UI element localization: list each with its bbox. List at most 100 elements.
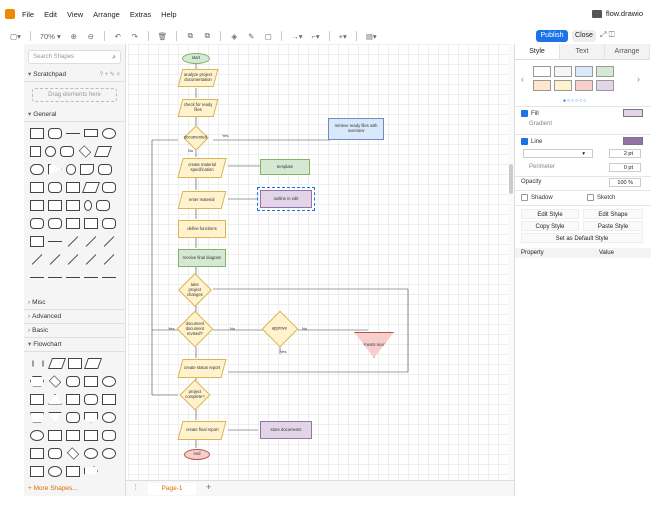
connector-flow-shape[interactable] [102, 411, 116, 423]
actor-shape[interactable] [84, 199, 92, 211]
sketch-checkbox[interactable] [587, 194, 594, 201]
connection-icon[interactable]: →▾ [291, 32, 302, 41]
connector-shape[interactable] [31, 253, 43, 265]
hexagon-shape[interactable] [30, 163, 44, 175]
swatch[interactable] [596, 66, 614, 77]
redo-icon[interactable]: ↷ [131, 32, 139, 41]
section-general[interactable]: ▾ General [24, 108, 125, 122]
loop-limit-shape[interactable] [30, 465, 44, 477]
note-shape[interactable] [80, 163, 94, 175]
triangle-shape[interactable] [48, 163, 62, 175]
chevron-left-icon[interactable]: ‹ [521, 74, 524, 84]
shadow-icon[interactable]: ▢ [264, 32, 272, 41]
fill-row[interactable]: Fill [521, 110, 539, 117]
delete-icon[interactable]: 🗑 [158, 32, 168, 41]
shadow-checkbox[interactable] [521, 194, 528, 201]
ellipse-shape[interactable] [102, 127, 116, 139]
set-default-style-button[interactable]: Set as Default Style [521, 233, 643, 243]
multi-document-shape[interactable] [66, 429, 80, 441]
connector-5-shape[interactable] [103, 253, 115, 265]
to-front-icon[interactable]: ⧉ [186, 31, 194, 41]
edge-4-shape[interactable] [84, 276, 98, 278]
scratchpad-tools[interactable]: ? + ✎ × [100, 68, 120, 82]
process-shape[interactable] [60, 145, 74, 157]
shadow-row[interactable]: Shadow [521, 194, 553, 201]
sort-shape[interactable] [66, 446, 80, 460]
swatch[interactable] [575, 66, 593, 77]
node-check[interactable]: check for ready files [177, 99, 219, 117]
bracket-shape[interactable] [32, 360, 34, 366]
card-shape[interactable] [98, 163, 112, 175]
internal-storage-flow-shape[interactable] [48, 429, 62, 441]
section-misc[interactable]: › Misc [24, 296, 125, 310]
view-menu-icon[interactable]: ▢▾ [10, 32, 21, 41]
square-shape[interactable] [30, 145, 41, 157]
curly-bracket-shape[interactable] [48, 217, 62, 229]
gradient-row[interactable]: Gradient [529, 121, 552, 127]
display-shape[interactable] [66, 375, 80, 387]
to-back-icon[interactable]: ⧉ [203, 31, 211, 41]
preparation-shape[interactable] [30, 375, 44, 387]
annotation-shape[interactable] [30, 447, 44, 459]
rectangle-shape[interactable] [30, 127, 44, 139]
internal-storage-shape[interactable] [30, 181, 44, 193]
arrow-shape[interactable] [85, 235, 97, 247]
swatch[interactable] [554, 66, 572, 77]
node-enter[interactable]: enter material [177, 191, 227, 209]
process-2-shape[interactable] [66, 217, 80, 229]
publish-button[interactable]: Publish [536, 30, 568, 42]
node-status[interactable]: create status report [177, 359, 227, 378]
node-end[interactable]: end [184, 449, 210, 460]
section-scratchpad[interactable]: ▾ Scratchpad ? + ✎ × [24, 68, 125, 82]
menu-help[interactable]: Help [161, 10, 176, 19]
database-shape[interactable] [66, 465, 80, 477]
search-icon[interactable]: ⌕ [112, 52, 116, 64]
terminator-shape[interactable] [102, 375, 116, 387]
data-storage-shape[interactable] [30, 217, 44, 229]
curve-shape[interactable] [67, 235, 79, 247]
undo-icon[interactable]: ↶ [114, 32, 122, 41]
decision-shape[interactable] [48, 374, 62, 388]
menu-arrange[interactable]: Arrange [93, 10, 120, 19]
line-checkbox[interactable] [521, 138, 528, 145]
parallelogram-shape[interactable] [93, 145, 113, 157]
node-retrieve[interactable]: retrieve ready files with overview [328, 118, 384, 140]
punched-tape-shape[interactable] [102, 393, 116, 405]
opacity-input[interactable]: 100 % [609, 178, 641, 187]
line-width-input[interactable]: 2 pt [609, 149, 641, 158]
swatch-pager[interactable]: ●○○○○○ [563, 98, 587, 104]
text-shape[interactable] [66, 132, 80, 134]
menu-view[interactable]: View [67, 10, 83, 19]
chevron-right-icon[interactable]: › [637, 74, 640, 84]
node-outline-selected[interactable]: outline in edit [257, 187, 315, 211]
copy-style-button[interactable]: Copy Style [521, 221, 579, 231]
line-color-icon[interactable]: ✎ [247, 32, 255, 41]
or-flow-shape[interactable] [84, 447, 98, 459]
zoom-out-icon[interactable]: ⊖ [87, 32, 95, 41]
line-shape[interactable] [48, 240, 62, 242]
insert-icon[interactable]: +▾ [339, 32, 347, 41]
fill-color-swatch[interactable] [623, 109, 643, 117]
tab-style[interactable]: Style [515, 44, 560, 59]
search-input[interactable]: Search Shapes ⌕ [28, 50, 121, 64]
section-advanced[interactable]: › Advanced [24, 310, 125, 324]
fullscreen-icon[interactable]: ⤢ ◫ [600, 30, 615, 40]
tab-arrange[interactable]: Arrange [605, 44, 650, 59]
pages-menu-icon[interactable]: ⋮ [132, 483, 139, 491]
more-shapes-button[interactable]: + More Shapes... [28, 485, 78, 492]
circle-flow-shape[interactable] [102, 447, 116, 459]
tab-text[interactable]: Text [560, 44, 605, 59]
zoom-in-icon[interactable]: ⊕ [70, 32, 78, 41]
textbox-shape[interactable] [84, 129, 98, 137]
scratchpad-dropzone[interactable]: Drag elements here [32, 88, 117, 102]
or-shape[interactable] [96, 199, 110, 211]
add-page-button[interactable]: + [206, 482, 211, 492]
connector-2-shape[interactable] [49, 253, 61, 265]
zoom-select[interactable]: 70% ▾ [40, 32, 61, 41]
callout-shape[interactable] [66, 199, 80, 211]
node-define[interactable]: define functions [178, 220, 226, 238]
connector-4-shape[interactable] [85, 253, 97, 265]
node-store[interactable]: store documents [260, 421, 312, 439]
scroll-thumb[interactable] [509, 164, 513, 194]
x-circle-shape[interactable] [48, 465, 62, 477]
